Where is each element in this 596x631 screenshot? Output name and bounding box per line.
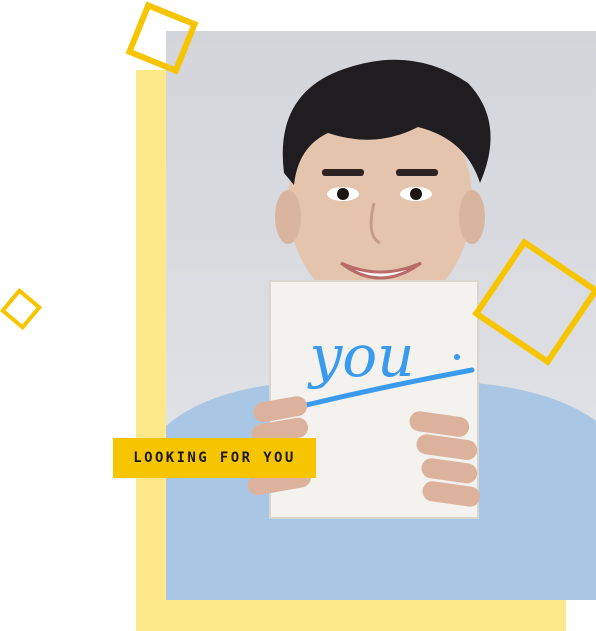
decorative-square-left	[0, 287, 43, 331]
sign-word: you	[306, 322, 414, 390]
looking-for-you-tag: LOOKING FOR YOU	[113, 438, 316, 478]
